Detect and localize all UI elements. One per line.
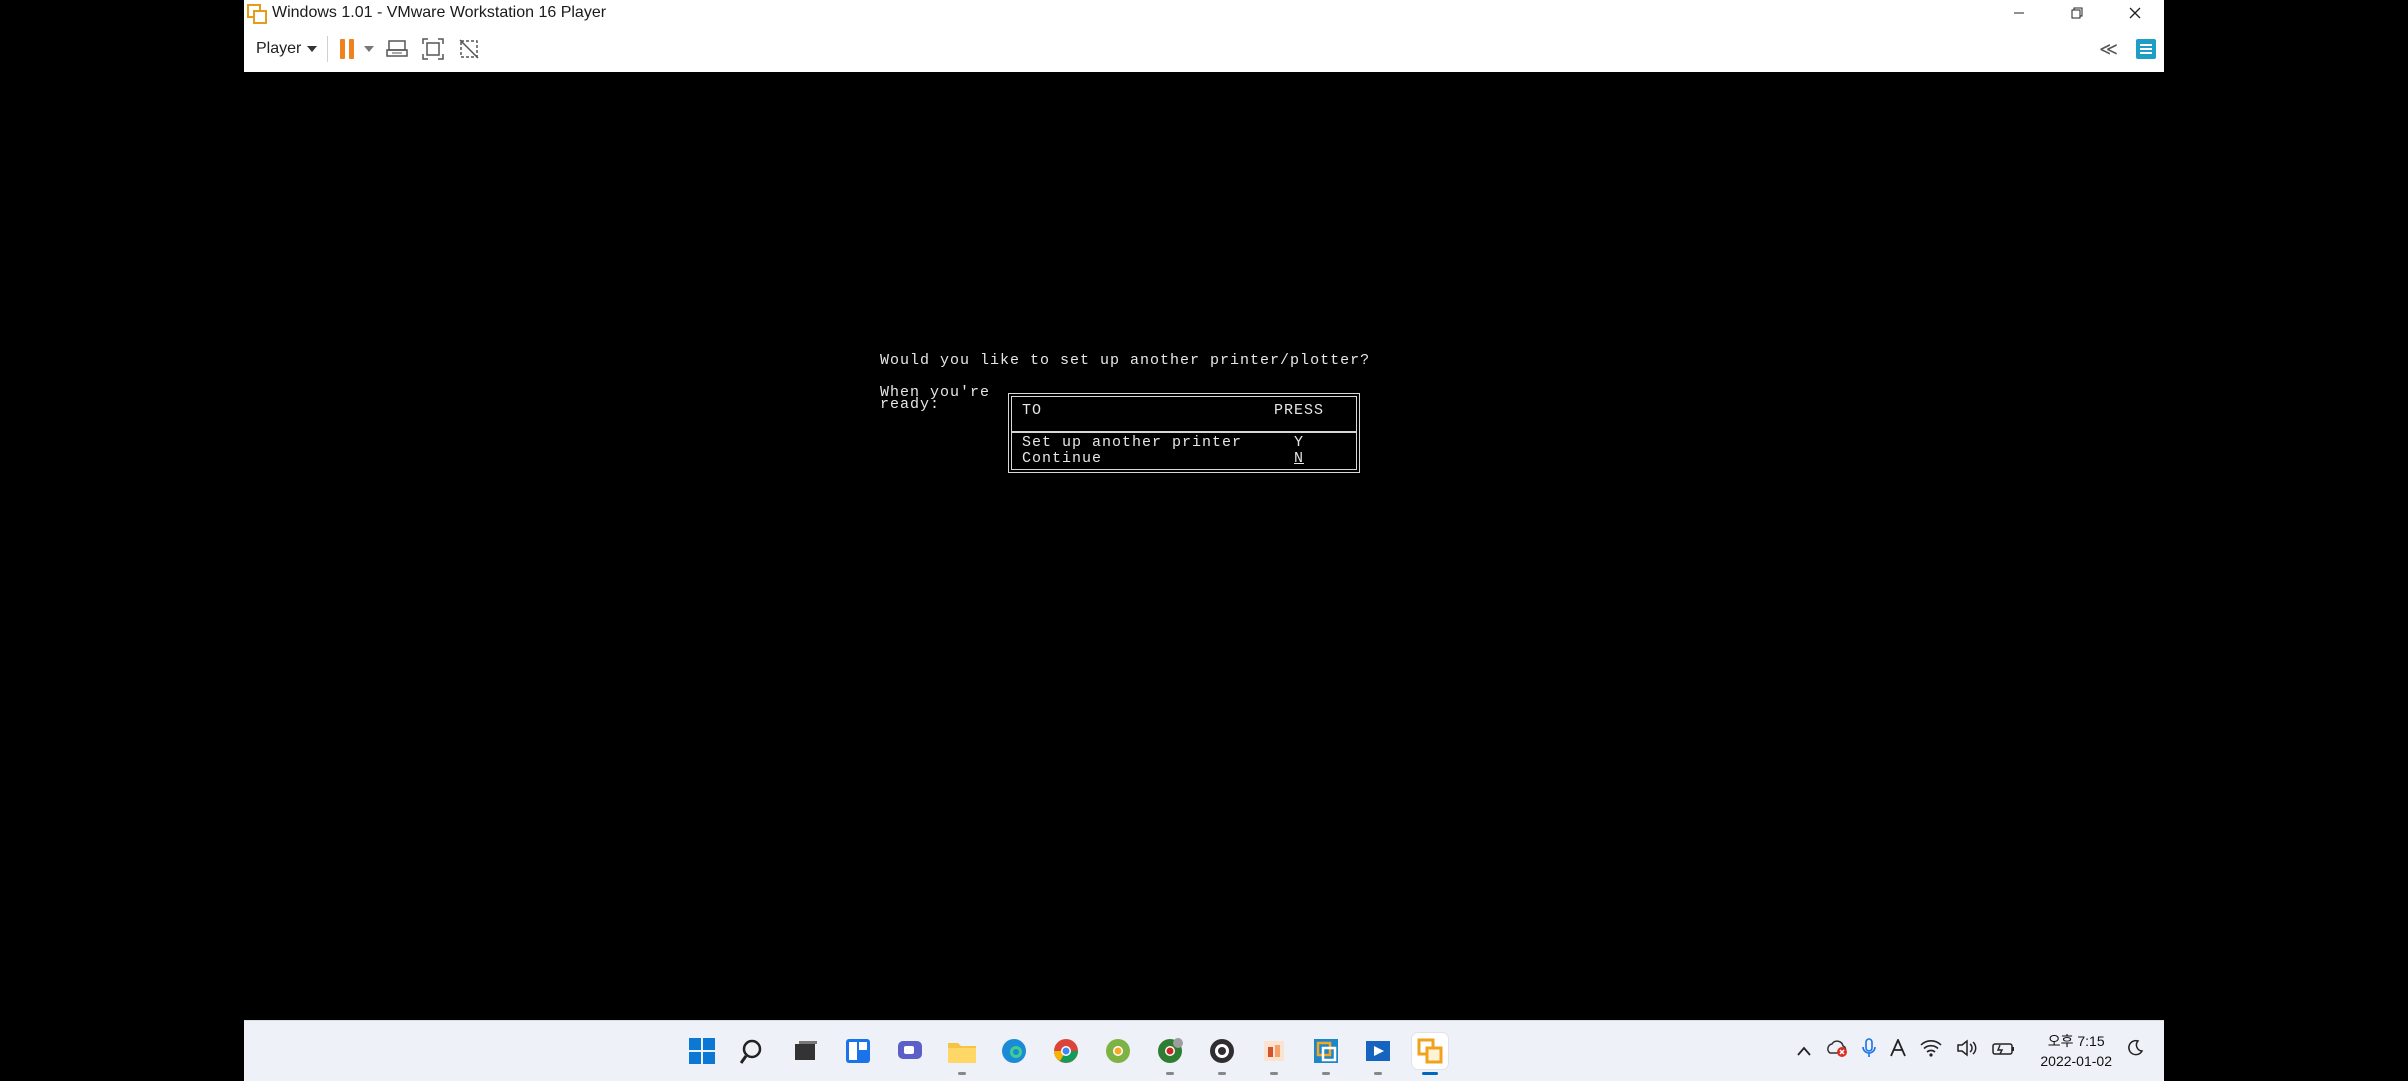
pause-icon-bar <box>349 39 355 59</box>
show-hidden-icons-chevron-up-icon[interactable] <box>1796 1040 1812 1063</box>
unity-icon <box>459 39 479 59</box>
toolbar-right: ≪ <box>2099 26 2164 72</box>
edge-icon[interactable] <box>996 1033 1032 1069</box>
clock-date: 2022-01-02 <box>2040 1053 2112 1069</box>
system-tray: 오후 7:15 2022-01-02 <box>1796 1021 2144 1081</box>
minimize-button[interactable] <box>1990 0 2048 26</box>
running-indicator <box>1218 1072 1226 1075</box>
prompt-line-2: ready: <box>880 396 941 413</box>
chrome-dev-icon[interactable] <box>1100 1033 1136 1069</box>
chrome-glyph <box>1054 1039 1078 1063</box>
microphone-icon[interactable] <box>1862 1038 1877 1064</box>
key-y[interactable]: Y <box>1294 434 1304 451</box>
vmware-player-icon[interactable] <box>1412 1033 1448 1075</box>
running-indicator <box>958 1072 966 1075</box>
restore-button[interactable] <box>2048 0 2106 26</box>
file-explorer-icon[interactable] <box>944 1033 980 1075</box>
column-header-to: TO <box>1022 402 1043 419</box>
setup-question: Would you like to set up another printer… <box>880 352 1371 369</box>
close-button[interactable] <box>2106 0 2164 26</box>
vmware-workstation-glyph <box>1314 1039 1338 1063</box>
window-controls <box>1990 0 2164 26</box>
widgets-glyph <box>846 1039 870 1063</box>
taskbar-apps <box>684 1031 1448 1075</box>
library-icon[interactable] <box>2136 39 2156 59</box>
vmware-workstation-icon[interactable] <box>1308 1033 1344 1075</box>
full-screen-button[interactable] <box>420 36 446 62</box>
option-continue[interactable]: Continue <box>1022 450 1102 467</box>
office-glyph <box>1264 1041 1284 1061</box>
wifi-icon[interactable] <box>1920 1039 1942 1063</box>
vmware-player-glyph <box>1417 1038 1443 1064</box>
obs-glyph <box>1210 1039 1234 1063</box>
vm-display[interactable]: Would you like to set up another printer… <box>244 72 2164 1020</box>
title-bar[interactable]: Windows 1.01 - VMware Workstation 16 Pla… <box>244 0 2164 26</box>
obs-icon[interactable] <box>1204 1033 1240 1075</box>
start-logo <box>689 1038 715 1064</box>
chrome-canary-glyph <box>1158 1038 1183 1063</box>
task-view-glyph <box>795 1041 817 1060</box>
full-screen-icon <box>422 38 445 60</box>
library-icon-line <box>2140 48 2152 50</box>
pause-icon <box>340 39 346 59</box>
chrome-dev-glyph <box>1106 1039 1130 1063</box>
option-setup-printer[interactable]: Set up another printer <box>1022 434 1242 451</box>
send-ctrl-alt-del-button[interactable] <box>384 36 410 62</box>
clock-time: 오후 7:15 <box>2047 1033 2105 1049</box>
focus-assist-moon-icon[interactable] <box>2126 1039 2144 1063</box>
folder-glyph <box>948 1043 976 1063</box>
input-method-icon[interactable] <box>1890 1037 1907 1063</box>
vmware-window: Windows 1.01 - VMware Workstation 16 Pla… <box>244 0 2164 1081</box>
edge-glyph <box>1002 1039 1026 1063</box>
unity-mode-button[interactable] <box>456 36 482 62</box>
vmware-app-icon <box>246 3 267 24</box>
ctrl-alt-del-icon <box>386 40 409 57</box>
pause-button[interactable] <box>340 39 355 59</box>
library-icon-line <box>2140 52 2152 54</box>
chrome-icon[interactable] <box>1048 1033 1084 1069</box>
window-title: Windows 1.01 - VMware Workstation 16 Pla… <box>272 4 607 21</box>
search-glyph <box>740 1039 762 1064</box>
volume-icon[interactable] <box>1956 1039 1978 1063</box>
collapse-toolbar-icon[interactable]: ≪ <box>2099 39 2118 60</box>
chevron-down-icon <box>307 46 318 52</box>
media-player-icon[interactable] <box>1360 1033 1396 1075</box>
taskbar: 오후 7:15 2022-01-02 <box>244 1020 2164 1081</box>
battery-icon[interactable] <box>1992 1040 2016 1063</box>
pause-menu-chevron-icon[interactable] <box>364 46 375 52</box>
clock[interactable]: 오후 7:15 2022-01-02 <box>2040 1031 2112 1071</box>
office-icon[interactable] <box>1256 1033 1292 1075</box>
library-icon-line <box>2140 44 2152 46</box>
running-indicator <box>1322 1072 1330 1075</box>
restore-icon <box>2071 7 2083 19</box>
windows-start-icon[interactable] <box>684 1033 720 1069</box>
player-menu-label: Player <box>256 40 302 57</box>
player-menu-button[interactable]: Player <box>256 40 318 58</box>
running-indicator <box>1422 1072 1438 1075</box>
minimize-icon <box>2014 12 2024 14</box>
widgets-icon[interactable] <box>840 1033 876 1069</box>
onedrive-error-icon[interactable] <box>1826 1039 1848 1063</box>
running-indicator <box>1270 1072 1278 1075</box>
chat-glyph <box>898 1041 922 1059</box>
key-n[interactable]: N <box>1294 450 1304 467</box>
search-icon[interactable] <box>736 1033 772 1069</box>
chrome-canary-icon[interactable] <box>1152 1033 1188 1075</box>
running-indicator <box>1166 1072 1174 1075</box>
media-player-glyph <box>1366 1041 1390 1061</box>
player-toolbar: Player ≪ <box>244 26 2164 73</box>
table-divider <box>1012 431 1356 433</box>
toolbar-divider <box>327 36 329 62</box>
chat-icon[interactable] <box>892 1033 928 1069</box>
column-header-press: PRESS <box>1274 402 1325 419</box>
running-indicator <box>1374 1072 1382 1075</box>
task-view-icon[interactable] <box>788 1033 824 1069</box>
close-icon <box>2129 7 2141 19</box>
